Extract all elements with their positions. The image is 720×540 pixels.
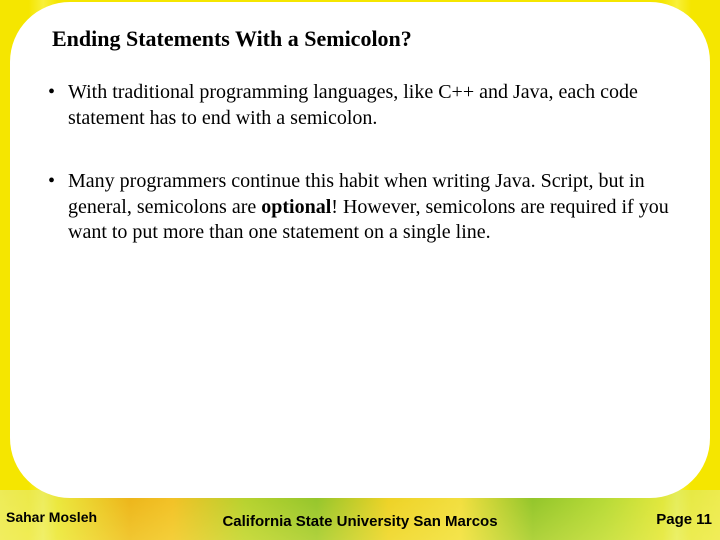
footer-page-label: Page [656, 511, 692, 528]
bullet-list: With traditional programming languages, … [46, 80, 674, 246]
slide-card: Ending Statements With a Semicolon? With… [10, 2, 710, 498]
footer-page: Page11 [656, 511, 712, 528]
slide-footer: Sahar Mosleh California State University… [0, 502, 720, 536]
bullet-item: With traditional programming languages, … [68, 80, 674, 131]
slide-title: Ending Statements With a Semicolon? [52, 26, 674, 52]
bullet-item: Many programmers continue this habit whe… [68, 169, 674, 246]
footer-university: California State University San Marcos [222, 513, 497, 530]
footer-page-number: 11 [696, 511, 712, 528]
footer-author: Sahar Mosleh [6, 509, 97, 525]
